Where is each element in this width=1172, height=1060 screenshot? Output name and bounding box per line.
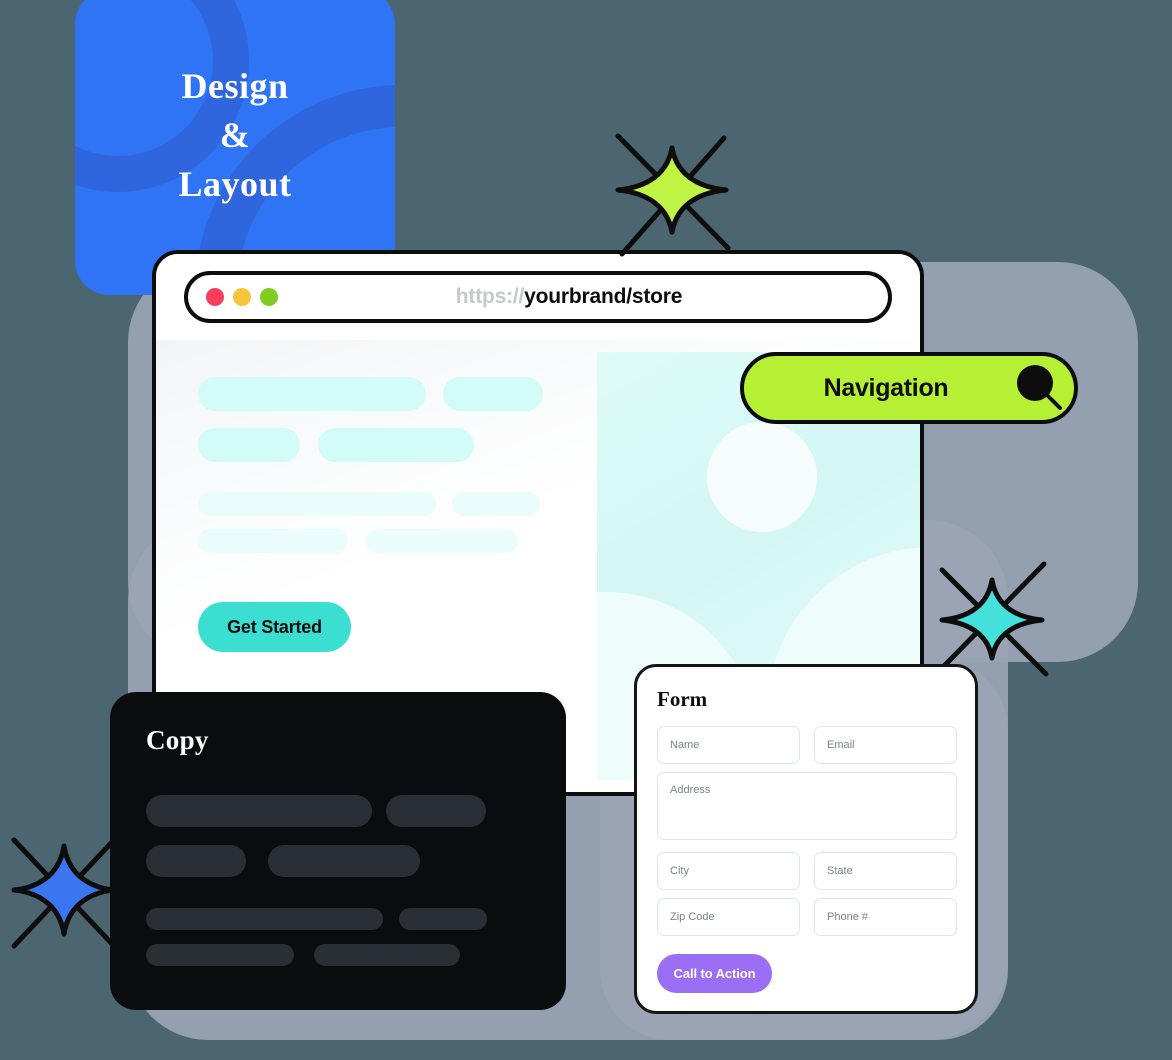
get-started-button[interactable]: Get Started (198, 602, 351, 652)
design-card-title: Design & Layout (75, 62, 395, 209)
illustration-canvas: Design & Layout https://yourbrand/store (0, 0, 1172, 1060)
search-icon[interactable] (1010, 359, 1068, 417)
copy-card-title: Copy (146, 725, 209, 755)
copy-placeholder-bar (146, 795, 372, 827)
copy-placeholder-bar (146, 845, 246, 877)
navigation-label: Navigation (823, 373, 949, 402)
sparkle-turquoise (939, 561, 1049, 677)
text-placeholder-bar (198, 529, 348, 553)
sparkle-blue (11, 837, 117, 949)
copy-placeholder-bar (268, 845, 420, 877)
address-bar[interactable]: https://yourbrand/store (184, 271, 892, 323)
text-placeholder-bar (198, 492, 436, 516)
url-host: yourbrand/store (524, 285, 683, 308)
minimize-dot[interactable] (233, 288, 251, 306)
copy-placeholder-bar (386, 795, 486, 827)
pane-circle (707, 422, 817, 532)
phone-field[interactable] (814, 898, 957, 936)
text-placeholder-bar (198, 428, 300, 462)
form-card: Form Call to Action (634, 664, 978, 1014)
copy-placeholder-bar (146, 944, 294, 966)
maximize-dot[interactable] (260, 288, 278, 306)
design-title-line-2: & (219, 115, 251, 155)
copy-card: Copy (110, 692, 566, 1010)
email-field[interactable] (814, 726, 957, 764)
url-scheme: https:// (455, 285, 525, 308)
text-placeholder-bar (366, 529, 518, 553)
name-field[interactable] (657, 726, 800, 764)
copy-placeholder-bar (399, 908, 487, 930)
text-placeholder-bar (452, 492, 540, 516)
text-placeholder-bar (318, 428, 474, 462)
text-placeholder-bar (443, 377, 543, 411)
city-field[interactable] (657, 852, 800, 890)
browser-chrome: https://yourbrand/store (156, 254, 920, 323)
sparkle-lime (615, 133, 731, 257)
window-controls (206, 288, 278, 306)
address-field[interactable] (657, 772, 957, 840)
call-to-action-button[interactable]: Call to Action (657, 954, 772, 993)
form-card-title: Form (657, 687, 708, 711)
text-placeholder-bar (198, 377, 426, 411)
navigation-button[interactable]: Navigation (740, 352, 1078, 424)
url-text: https://yourbrand/store (278, 285, 860, 309)
zip-field[interactable] (657, 898, 800, 936)
state-field[interactable] (814, 852, 957, 890)
copy-placeholder-bar (314, 944, 460, 966)
design-title-line-3: Layout (178, 164, 292, 204)
copy-placeholder-bar (146, 908, 383, 930)
design-title-line-1: Design (181, 66, 289, 106)
close-dot[interactable] (206, 288, 224, 306)
